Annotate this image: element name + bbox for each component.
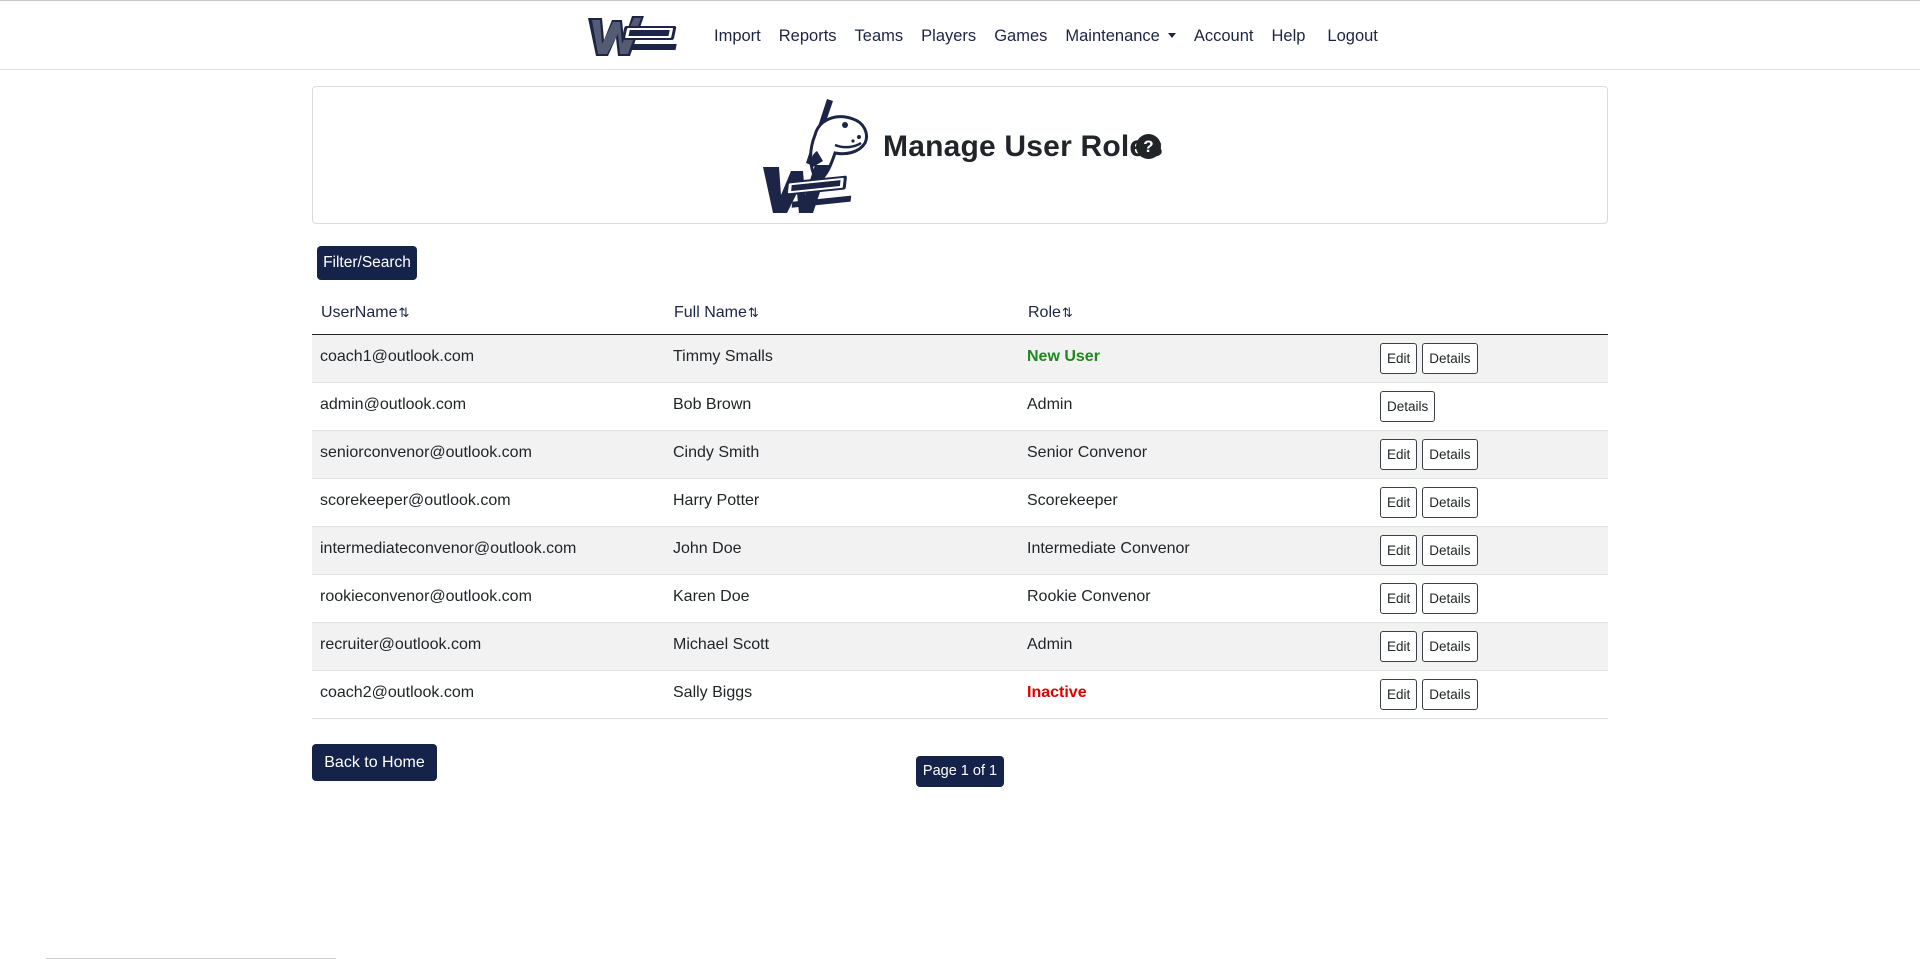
table-row: admin@outlook.com Bob Brown Admin Detail…	[312, 383, 1608, 431]
edit-button[interactable]: Edit	[1380, 583, 1418, 614]
fullname-cell: Timmy Smalls	[673, 348, 773, 365]
username-cell: intermediateconvenor@outlook.com	[320, 540, 577, 557]
role-cell: Admin	[1027, 636, 1073, 653]
row-actions: Edit Details	[1380, 439, 1478, 470]
row-actions: Edit Details	[1380, 343, 1478, 374]
nav-reports[interactable]: Reports	[779, 27, 837, 46]
welland-mascot-logo-icon	[763, 99, 868, 213]
role-cell: Admin	[1027, 396, 1073, 413]
edit-button[interactable]: Edit	[1380, 439, 1418, 470]
username-cell: seniorconvenor@outlook.com	[320, 444, 532, 461]
nav-container: Import Reports Teams Players Games Maint…	[584, 11, 1396, 61]
help-icon[interactable]: ?	[1136, 134, 1161, 159]
fullname-cell: John Doe	[673, 540, 742, 557]
role-cell: Intermediate Convenor	[1027, 540, 1190, 557]
nav-maintenance-dropdown[interactable]: Maintenance	[1065, 27, 1175, 46]
column-header-fullname-label: Full Name	[674, 304, 747, 321]
table-row: recruiter@outlook.com Michael Scott Admi…	[312, 623, 1608, 671]
back-to-home-button[interactable]: Back to Home	[312, 744, 437, 781]
username-cell: scorekeeper@outlook.com	[320, 492, 511, 509]
edit-button[interactable]: Edit	[1380, 631, 1418, 662]
column-header-role[interactable]: Role⇅	[1028, 304, 1073, 322]
fullname-cell: Bob Brown	[673, 396, 752, 413]
page-header-card: Manage User Roles ?	[312, 86, 1608, 224]
fullname-cell: Cindy Smith	[673, 444, 760, 461]
nav-teams[interactable]: Teams	[855, 27, 904, 46]
edit-button[interactable]: Edit	[1380, 535, 1418, 566]
fullname-cell: Michael Scott	[673, 636, 770, 653]
table-row: rookieconvenor@outlook.com Karen Doe Roo…	[312, 575, 1608, 623]
username-cell: coach1@outlook.com	[320, 348, 475, 365]
sort-icon: ⇅	[1061, 305, 1073, 320]
sort-icon: ⇅	[398, 305, 410, 320]
pagination-indicator: Page 1 of 1	[916, 756, 1004, 787]
column-header-username[interactable]: UserName⇅	[321, 304, 409, 322]
table-row: scorekeeper@outlook.com Harry Potter Sco…	[312, 479, 1608, 527]
fullname-cell: Sally Biggs	[673, 684, 753, 701]
role-cell: Inactive	[1027, 684, 1087, 701]
username-cell: admin@outlook.com	[320, 396, 467, 413]
role-cell: Rookie Convenor	[1027, 588, 1151, 605]
edit-button[interactable]: Edit	[1380, 487, 1418, 518]
row-actions: Edit Details	[1380, 535, 1478, 566]
nav-import[interactable]: Import	[714, 27, 761, 46]
nav-players[interactable]: Players	[921, 27, 976, 46]
username-cell: rookieconvenor@outlook.com	[320, 588, 532, 605]
details-button[interactable]: Details	[1422, 679, 1478, 710]
role-cell: Senior Convenor	[1027, 444, 1148, 461]
top-navbar: Import Reports Teams Players Games Maint…	[0, 0, 1920, 70]
column-header-fullname[interactable]: Full Name⇅	[674, 304, 759, 322]
table-row: intermediateconvenor@outlook.com John Do…	[312, 527, 1608, 575]
row-actions: Edit Details	[1380, 487, 1478, 518]
username-cell: coach2@outlook.com	[320, 684, 475, 701]
username-cell: recruiter@outlook.com	[320, 636, 482, 653]
nav-account[interactable]: Account	[1194, 27, 1254, 46]
horizontal-scrollbar[interactable]	[46, 958, 336, 959]
table-row: seniorconvenor@outlook.com Cindy Smith S…	[312, 431, 1608, 479]
role-cell: Scorekeeper	[1027, 492, 1118, 509]
nav-help[interactable]: Help	[1271, 27, 1305, 46]
table-row: coach1@outlook.com Timmy Smalls New User…	[312, 335, 1608, 383]
row-actions: Edit Details	[1380, 631, 1478, 662]
column-header-username-label: UserName	[321, 304, 398, 321]
details-button[interactable]: Details	[1422, 631, 1478, 662]
column-header-role-label: Role	[1028, 304, 1061, 321]
nav-logout[interactable]: Logout	[1327, 27, 1377, 46]
details-button[interactable]: Details	[1422, 535, 1478, 566]
fullname-cell: Karen Doe	[673, 588, 750, 605]
row-actions: Details	[1380, 391, 1436, 422]
details-button[interactable]: Details	[1422, 343, 1478, 374]
row-actions: Edit Details	[1380, 583, 1478, 614]
table-header: UserName⇅ Full Name⇅ Role⇅	[312, 290, 1608, 335]
user-roles-table: UserName⇅ Full Name⇅ Role⇅ coach1@outloo…	[312, 290, 1608, 719]
role-cell: New User	[1027, 348, 1100, 365]
edit-button[interactable]: Edit	[1380, 343, 1418, 374]
details-button[interactable]: Details	[1422, 583, 1478, 614]
details-button[interactable]: Details	[1380, 391, 1436, 422]
details-button[interactable]: Details	[1422, 487, 1478, 518]
edit-button[interactable]: Edit	[1380, 679, 1418, 710]
welland-logo-icon[interactable]	[584, 10, 688, 62]
nav-games[interactable]: Games	[994, 27, 1047, 46]
details-button[interactable]: Details	[1422, 439, 1478, 470]
page-title: Manage User Roles	[883, 130, 1164, 163]
filter-search-button[interactable]: Filter/Search	[317, 246, 417, 280]
table-row: coach2@outlook.com Sally Biggs Inactive …	[312, 671, 1608, 719]
sort-icon: ⇅	[747, 305, 759, 320]
row-actions: Edit Details	[1380, 679, 1478, 710]
fullname-cell: Harry Potter	[673, 492, 760, 509]
